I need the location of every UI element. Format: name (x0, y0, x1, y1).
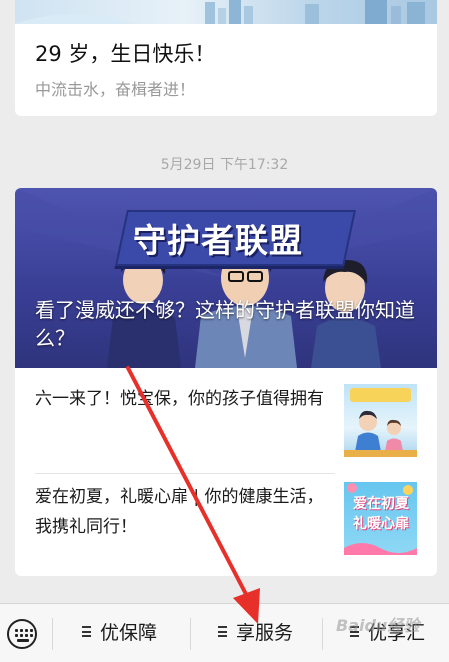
keyboard-toggle-button[interactable] (0, 604, 52, 662)
menu-divider (190, 618, 191, 650)
menu-item-label: 优保障 (100, 622, 158, 644)
article-list-item[interactable]: 六一来了！悦宝保，你的孩子值得拥有 (35, 384, 417, 474)
menu-item-label: 享服务 (236, 622, 294, 644)
article-list-item[interactable]: 爱在初夏，礼暖心扉 | 你的健康生活，我携礼同行！ 爱在初夏 礼暖心扉 (35, 482, 417, 572)
thumbnail-caption: 爱在初夏 礼暖心扉 (353, 496, 409, 532)
children-illustration-icon (344, 388, 417, 457)
article-card: 守护者联盟 看了漫威还不够？这样的守护者联盟你知道么？ 六一来了！悦宝保，你的孩… (15, 188, 437, 576)
hero-banner-text: 守护者联盟 (133, 221, 303, 260)
article-title: 六一来了！悦宝保，你的孩子值得拥有 (35, 389, 324, 409)
card-cover-image (15, 0, 437, 24)
article-thumbnail (344, 384, 417, 457)
card-title: 29 岁，生日快乐！ (35, 42, 216, 66)
menu-hamburger-icon (82, 626, 91, 637)
article-thumbnail: 爱在初夏 礼暖心扉 (344, 482, 417, 555)
hero-article-title: 看了漫威还不够？这样的守护者联盟你知道么？ (35, 298, 415, 350)
keyboard-icon (7, 619, 37, 649)
menu-item-services[interactable]: 享服务 (218, 604, 293, 662)
article-title: 爱在初夏，礼暖心扉 | 你的健康生活，我携礼同行！ (35, 487, 324, 537)
message-timestamp: 5月29日 下午17:32 (160, 157, 289, 173)
menu-hamburger-icon (218, 626, 227, 637)
menu-divider (52, 618, 53, 650)
menu-item-protection[interactable]: 优保障 (82, 604, 157, 662)
card-subtitle: 中流击水，奋楫者进！ (35, 80, 196, 99)
birthday-card[interactable]: 29 岁，生日快乐！ 中流击水，奋楫者进！ (15, 0, 437, 116)
hero-article[interactable]: 守护者联盟 看了漫威还不够？这样的守护者联盟你知道么？ (15, 188, 437, 368)
watermark-logo: Baidu经验 (336, 616, 420, 635)
list-divider (35, 473, 335, 474)
menu-divider (322, 618, 323, 650)
